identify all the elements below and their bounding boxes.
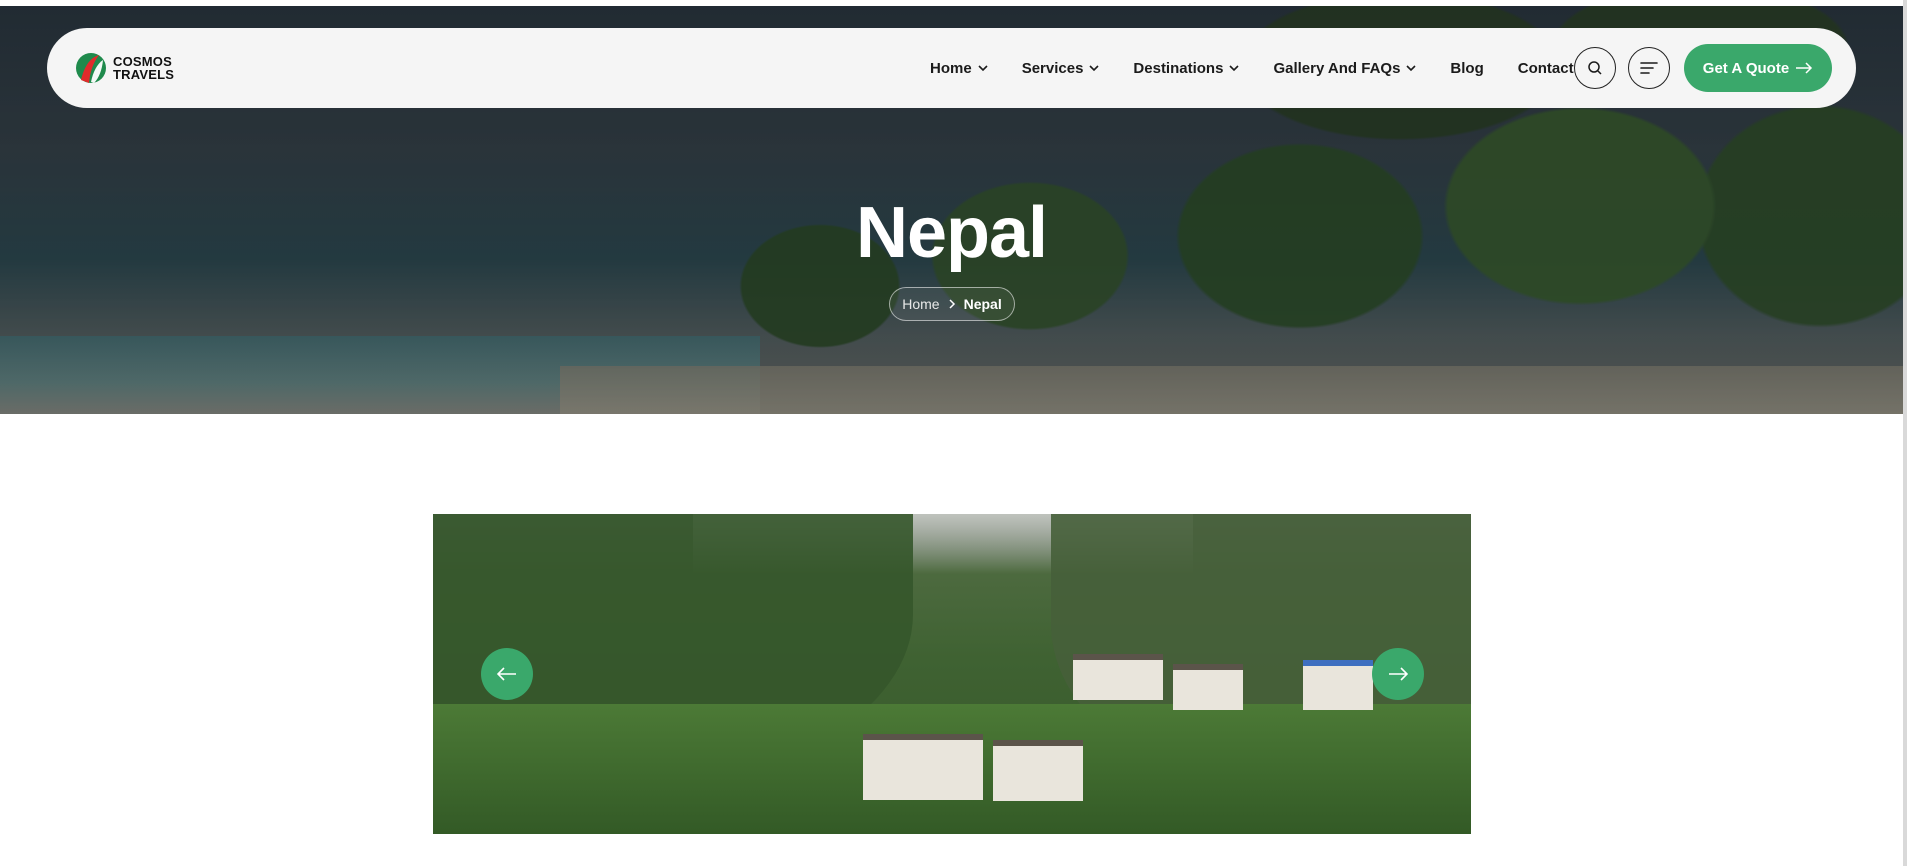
breadcrumb-home-link[interactable]: Home: [902, 296, 939, 312]
village-house: [993, 740, 1083, 801]
nav-item-gallery-faqs[interactable]: Gallery And FAQs: [1273, 60, 1416, 77]
village-house: [1303, 660, 1373, 710]
search-button[interactable]: [1574, 47, 1616, 89]
village-house: [863, 734, 983, 800]
brand-logo[interactable]: COSMOS TRAVELS: [75, 52, 175, 84]
nav-item-home[interactable]: Home: [930, 60, 988, 77]
gallery-next-button[interactable]: [1372, 648, 1424, 700]
village-house: [1173, 664, 1243, 710]
page-title: Nepal: [855, 193, 1048, 273]
chevron-down-icon: [1229, 65, 1240, 72]
chevron-down-icon: [978, 65, 988, 72]
arrow-left-icon: [497, 667, 516, 681]
main-menu: Home Services Destinations Gallery And F…: [930, 28, 1608, 108]
get-a-quote-button[interactable]: Get A Quote: [1684, 44, 1832, 92]
nav-item-services[interactable]: Services: [1022, 60, 1100, 77]
nav-item-contact[interactable]: Contact: [1518, 60, 1574, 77]
chevron-down-icon: [1089, 65, 1099, 72]
gallery-slider: [433, 514, 1471, 834]
arrow-right-icon: [1796, 62, 1813, 74]
chevron-right-icon: [948, 299, 956, 309]
logo-mark-icon: [75, 52, 107, 84]
navbar: COSMOS TRAVELS Home Services Destination…: [47, 28, 1856, 108]
gallery-prev-button[interactable]: [481, 648, 533, 700]
arrow-right-icon: [1389, 667, 1408, 681]
breadcrumb: Home Nepal: [889, 287, 1015, 321]
search-icon: [1588, 61, 1602, 75]
menu-icon: [1640, 62, 1658, 74]
brand-name: COSMOS TRAVELS: [113, 54, 175, 82]
nav-item-destinations[interactable]: Destinations: [1133, 60, 1240, 77]
page-scrollbar[interactable]: [1903, 0, 1907, 866]
nav-item-blog[interactable]: Blog: [1450, 60, 1483, 77]
village-house: [1073, 654, 1163, 700]
menu-button[interactable]: [1628, 47, 1670, 89]
chevron-down-icon: [1406, 65, 1416, 72]
breadcrumb-current: Nepal: [963, 296, 1002, 312]
